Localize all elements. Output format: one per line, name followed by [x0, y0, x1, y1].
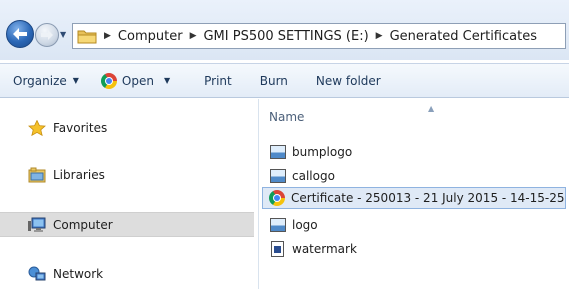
document-file-icon [271, 241, 284, 257]
burn-label: Burn [259, 73, 288, 88]
breadcrumb-current-folder[interactable]: Generated Certificates [390, 29, 537, 44]
image-file-icon [270, 169, 286, 183]
nav-item-label: Favorites [53, 120, 108, 135]
breadcrumb-drive[interactable]: GMI PS500 SETTINGS (E:) [203, 29, 368, 44]
nav-item-favorites[interactable]: Favorites [0, 115, 254, 140]
star-icon [28, 119, 46, 136]
breadcrumb-separator-icon[interactable]: ▶ [376, 31, 383, 41]
organize-button[interactable]: Organize ▼ [13, 74, 79, 88]
chrome-icon [100, 72, 117, 89]
file-item-bumplogo[interactable]: bumplogo [265, 141, 352, 163]
file-item-certificate[interactable]: Certificate - 250013 - 21 July 2015 - 14… [262, 187, 566, 209]
command-toolbar: Organize ▼ Open ▼ Print Burn New folder [0, 63, 569, 98]
nav-item-label: Computer [53, 217, 113, 232]
file-name: watermark [292, 242, 357, 256]
chrome-html-icon [269, 190, 285, 206]
breadcrumb-separator-icon[interactable]: ▶ [104, 31, 111, 41]
breadcrumb-separator-icon[interactable]: ▶ [190, 31, 197, 41]
file-name: logo [292, 218, 318, 232]
image-file-icon [270, 218, 286, 232]
file-item-logo[interactable]: logo [265, 214, 318, 236]
address-box[interactable]: ▶ Computer ▶ GMI PS500 SETTINGS (E:) ▶ G… [72, 23, 566, 49]
nav-item-computer[interactable]: Computer [0, 212, 254, 237]
open-label: Open [121, 73, 154, 88]
file-item-callogo[interactable]: callogo [265, 165, 335, 187]
address-bar-area: ▼ ▶ Computer ▶ GMI PS500 SETTINGS (E:) ▶… [0, 0, 569, 60]
print-button[interactable]: Print [204, 74, 232, 88]
file-name: callogo [292, 169, 335, 183]
nav-item-network[interactable]: Network [0, 261, 254, 286]
chevron-down-icon: ▼ [163, 76, 171, 85]
pane-divider[interactable] [258, 99, 259, 289]
sort-ascending-icon: ▲ [428, 104, 435, 113]
print-label: Print [204, 73, 232, 88]
new-folder-label: New folder [315, 73, 381, 88]
navigation-pane: Favorites Libraries Computer Network [0, 99, 254, 289]
back-arrow-icon [13, 28, 27, 40]
breadcrumb-computer[interactable]: Computer [118, 29, 183, 44]
file-name: Certificate - 250013 - 21 July 2015 - 14… [291, 191, 565, 205]
name-column-header[interactable]: Name [269, 110, 304, 124]
new-folder-button[interactable]: New folder [316, 74, 381, 88]
burn-button[interactable]: Burn [260, 74, 288, 88]
file-name: bumplogo [292, 145, 353, 159]
libraries-icon [28, 167, 46, 183]
open-button[interactable]: Open ▼ [100, 72, 171, 89]
folder-icon [77, 28, 97, 44]
nav-item-label: Network [53, 266, 104, 281]
computer-icon [28, 217, 46, 233]
back-button[interactable] [6, 20, 34, 48]
forward-arrow-icon [41, 30, 53, 40]
recent-pages-dropdown[interactable]: ▼ [60, 31, 66, 39]
network-icon [28, 266, 46, 282]
nav-item-libraries[interactable]: Libraries [0, 162, 254, 187]
file-item-watermark[interactable]: watermark [265, 238, 357, 260]
forward-button[interactable] [35, 23, 59, 47]
organize-label: Organize [13, 73, 67, 88]
chevron-down-icon: ▼ [72, 76, 79, 85]
image-file-icon [270, 145, 286, 159]
nav-item-label: Libraries [53, 167, 105, 182]
